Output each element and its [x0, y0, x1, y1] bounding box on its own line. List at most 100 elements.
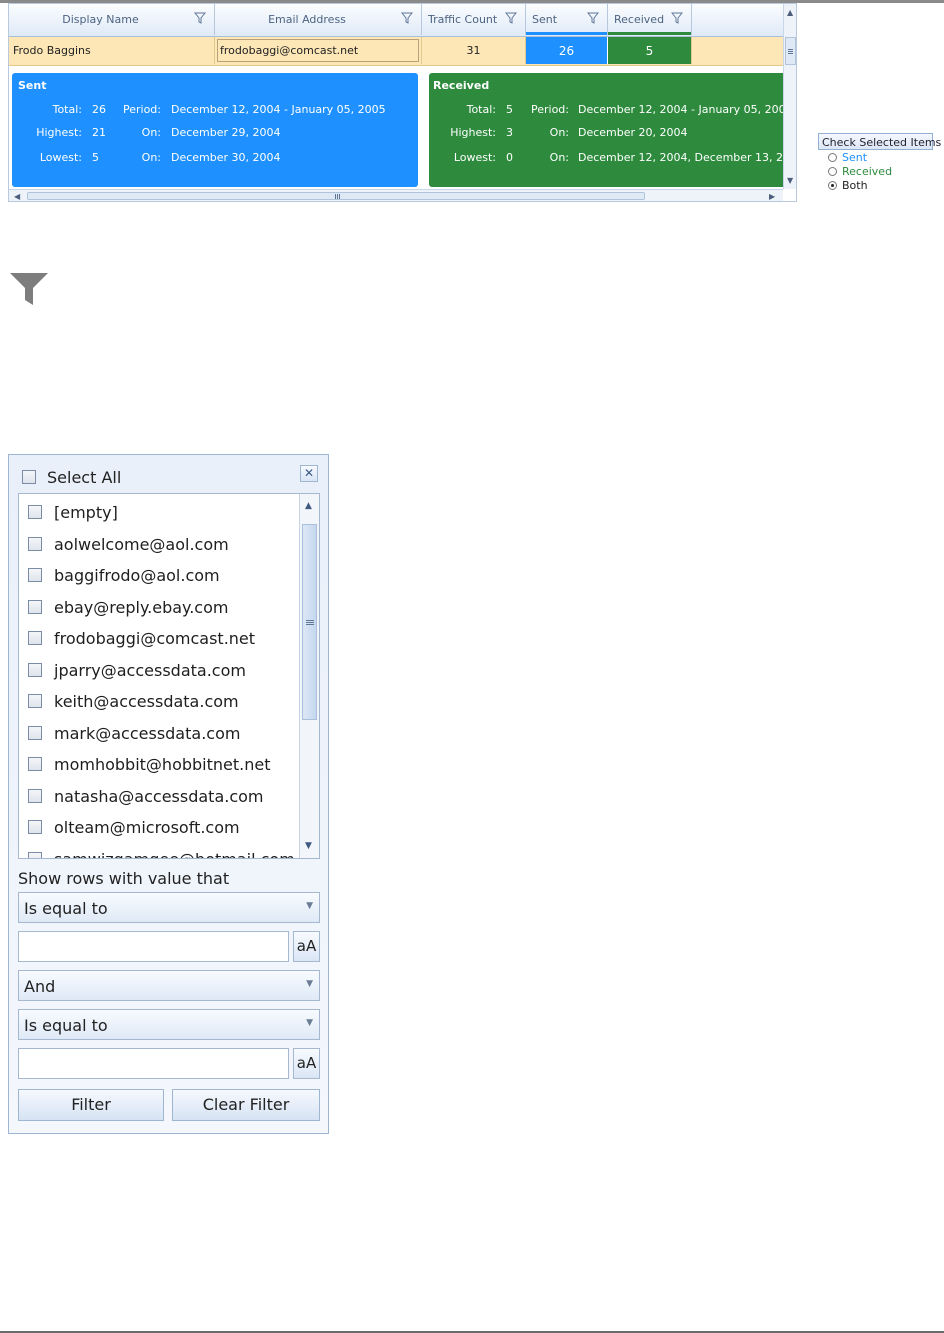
cell-sent[interactable]: 26	[526, 37, 608, 64]
column-header-sent[interactable]: Sent	[526, 4, 608, 35]
list-item-checkbox[interactable]	[28, 851, 42, 858]
list-item-checkbox[interactable]	[28, 757, 42, 771]
select-all-checkbox[interactable]	[22, 470, 36, 484]
received-detail-title: Received	[433, 79, 490, 92]
list-item-checkbox[interactable]	[28, 505, 42, 519]
radio-icon[interactable]	[828, 153, 837, 162]
column-header-label: Received	[614, 13, 665, 26]
list-item-checkbox[interactable]	[28, 631, 42, 645]
cell-display-name[interactable]: Frodo Baggins	[9, 37, 215, 64]
table-row[interactable]: Frodo Baggins frodobaggi@comcast.net 31 …	[9, 37, 783, 66]
list-item[interactable]: aolwelcome@aol.com	[19, 529, 299, 559]
display-name-value: Frodo Baggins	[13, 44, 91, 57]
list-item-checkbox[interactable]	[28, 694, 42, 708]
traffic-count-value: 31	[466, 44, 481, 57]
grid-vertical-scroll-thumb[interactable]	[785, 37, 796, 65]
received-highest-on-label: On:	[549, 126, 569, 139]
radio-sent[interactable]: Sent	[828, 151, 867, 164]
scroll-down-arrow-icon[interactable]: ▼	[305, 841, 312, 851]
received-lowest-on-label: On:	[549, 151, 569, 164]
received-highest-label: Highest:	[450, 126, 496, 139]
filter-icon[interactable]	[194, 12, 206, 24]
list-item[interactable]: momhobbit@hobbitnet.net	[19, 749, 299, 779]
radio-both[interactable]: Both	[828, 179, 868, 192]
list-item-checkbox[interactable]	[28, 725, 42, 740]
list-item[interactable]: [empty]	[19, 497, 299, 527]
cell-received[interactable]: 5	[608, 37, 692, 64]
scroll-down-arrow-icon[interactable]: ▼	[787, 176, 793, 185]
condition-1-dropdown[interactable]: Is equal to ▼	[18, 892, 320, 923]
received-total-value: 5	[506, 103, 513, 116]
list-item[interactable]: olteam@microsoft.com	[19, 812, 299, 842]
check-selected-items-button[interactable]: Check Selected Items	[818, 133, 941, 150]
filter-icon[interactable]	[587, 12, 599, 24]
scroll-up-arrow-icon[interactable]: ▲	[305, 501, 312, 511]
list-item-checkbox[interactable]	[28, 788, 42, 803]
list-item[interactable]: baggifrodo@aol.com	[19, 560, 299, 590]
cell-email[interactable]: frodobaggi@comcast.net	[215, 37, 422, 64]
column-header-traffic-count[interactable]: Traffic Count	[422, 4, 526, 35]
list-item[interactable]: mark@accessdata.com	[19, 718, 299, 748]
sent-highest-on-value: December 29, 2004	[171, 126, 281, 139]
checklist-scrollbar[interactable]: ▲ ▼	[299, 494, 319, 858]
list-item[interactable]: ebay@reply.ebay.com	[19, 592, 299, 622]
filter-icon[interactable]	[671, 12, 683, 24]
list-item-checkbox[interactable]	[28, 662, 42, 677]
received-period-value: December 12, 2004 - January 05, 2005	[578, 103, 783, 116]
list-item-checkbox[interactable]	[28, 568, 42, 582]
logic-operator-dropdown[interactable]: And ▼	[18, 970, 320, 1001]
list-item-label: olteam@microsoft.com	[54, 818, 240, 837]
sent-highest-value: 21	[92, 126, 106, 139]
value-2-input[interactable]	[18, 1048, 289, 1079]
received-value: 5	[645, 44, 654, 58]
filter-icon[interactable]	[505, 12, 517, 24]
grid-horizontal-scroll-thumb[interactable]	[27, 192, 645, 200]
radio-both-label: Both	[842, 179, 868, 192]
sent-color-bar	[526, 32, 607, 35]
sent-lowest-label: Lowest:	[39, 151, 82, 164]
radio-received-label: Received	[842, 165, 893, 178]
radio-icon[interactable]	[828, 167, 837, 176]
list-item-label: frodobaggi@comcast.net	[54, 629, 256, 648]
filter-funnel-icon[interactable]	[9, 270, 49, 306]
column-header-email-address[interactable]: Email Address	[215, 4, 422, 35]
checklist-scroll-thumb[interactable]	[302, 524, 317, 720]
condition-2-dropdown[interactable]: Is equal to ▼	[18, 1009, 320, 1040]
column-header-received[interactable]: Received	[608, 4, 692, 35]
scroll-right-arrow-icon[interactable]: ▶	[769, 192, 775, 201]
cell-traffic-count[interactable]: 31	[422, 37, 526, 64]
column-header-display-name[interactable]: Display Name	[9, 4, 215, 35]
filter-icon[interactable]	[401, 12, 413, 24]
scroll-up-arrow-icon[interactable]: ▲	[787, 8, 793, 17]
email-value: frodobaggi@comcast.net	[220, 44, 359, 57]
filter-button[interactable]: Filter	[18, 1089, 164, 1121]
grid-vertical-scrollbar[interactable]: ▲ ▼	[783, 4, 796, 189]
list-item[interactable]: frodobaggi@comcast.net	[19, 623, 299, 653]
column-header-label: Display Name	[62, 13, 139, 26]
list-item-checkbox[interactable]	[28, 599, 42, 614]
radio-received[interactable]: Received	[828, 165, 892, 178]
sent-lowest-value: 5	[92, 151, 99, 164]
received-highest-on-value: December 20, 2004	[578, 126, 688, 139]
value-1-input[interactable]	[18, 931, 289, 962]
sent-total-value: 26	[92, 103, 106, 116]
case-sensitive-2-button[interactable]: aA	[293, 1048, 320, 1079]
received-total-label: Total:	[466, 103, 496, 116]
close-icon[interactable]: ✕	[300, 465, 318, 482]
list-item-checkbox[interactable]	[28, 820, 42, 834]
condition-2-value: Is equal to	[24, 1016, 108, 1035]
list-item[interactable]: natasha@accessdata.com	[19, 781, 299, 811]
case-sensitive-1-button[interactable]: aA	[293, 931, 320, 962]
column-header-label: Sent	[532, 13, 558, 26]
scroll-left-arrow-icon[interactable]: ◀	[14, 192, 20, 201]
list-item-checkbox[interactable]	[28, 536, 42, 551]
clear-filter-button[interactable]: Clear Filter	[172, 1089, 320, 1121]
list-item[interactable]: samwizgamgee@hotmail.com	[19, 844, 299, 858]
grid-horizontal-scrollbar[interactable]: ◀ ▶	[9, 189, 783, 201]
list-item[interactable]: jparry@accessdata.com	[19, 655, 299, 685]
condition-1-value: Is equal to	[24, 899, 108, 918]
sent-highest-on-label: On:	[141, 126, 161, 139]
list-item[interactable]: keith@accessdata.com	[19, 686, 299, 716]
radio-selected-icon[interactable]	[828, 181, 837, 190]
list-item-label: jparry@accessdata.com	[54, 660, 246, 680]
